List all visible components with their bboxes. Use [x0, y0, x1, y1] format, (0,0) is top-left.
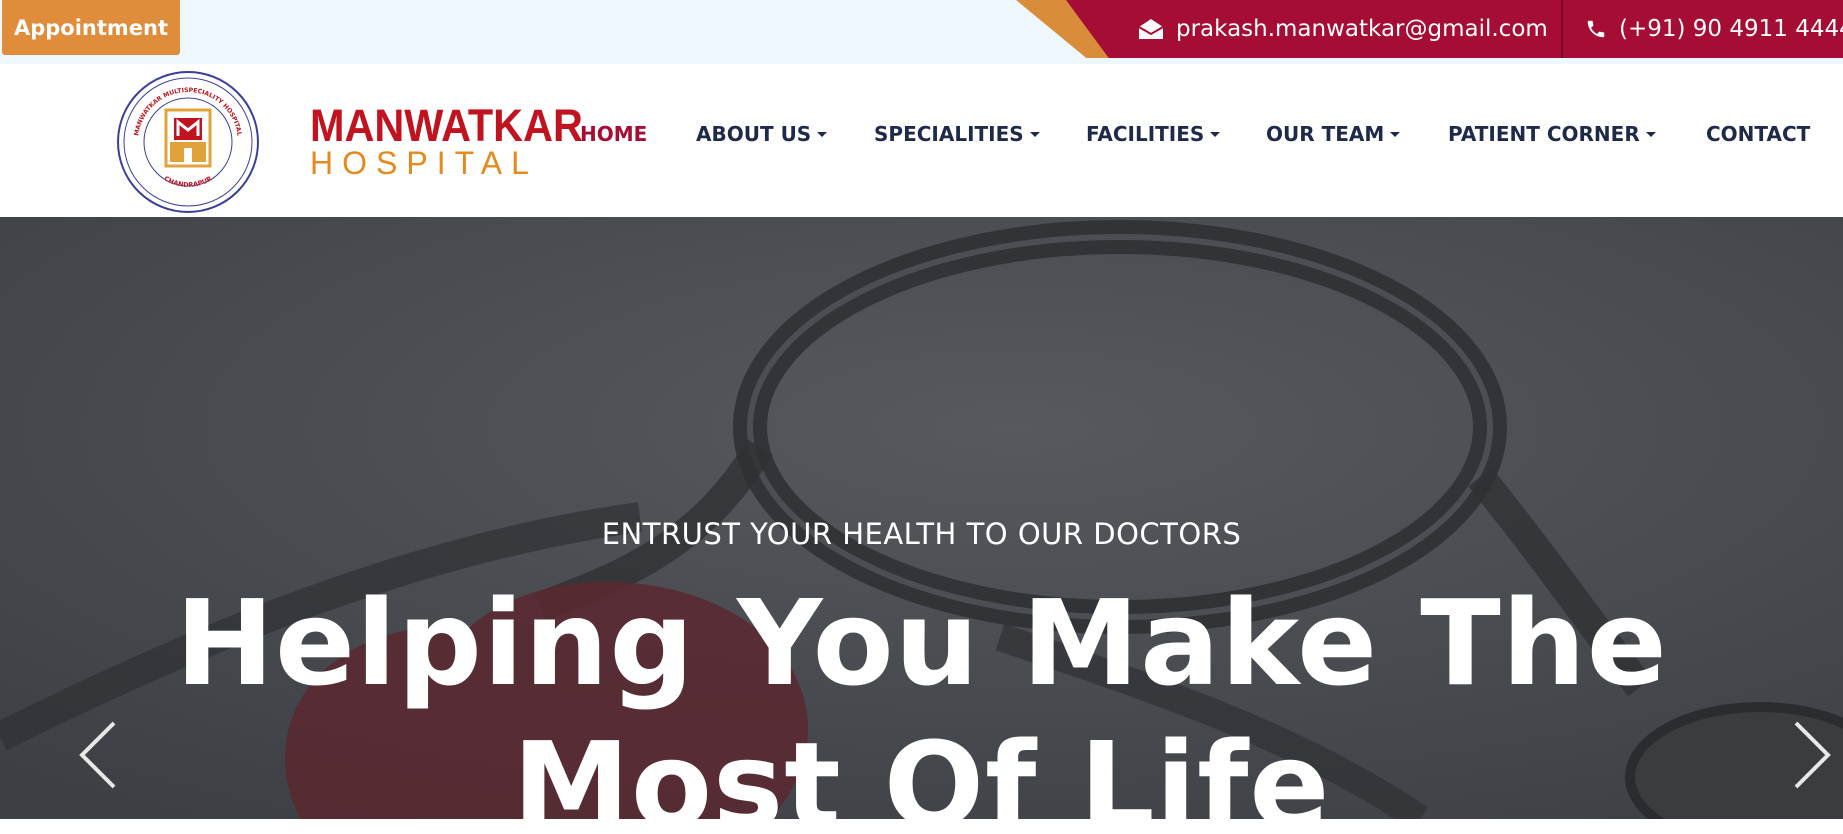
hospital-seal-logo[interactable]: MANWATKAR MULTISPECIALITY HOSPITAL CHAND… — [116, 70, 260, 214]
hero-title-line2: Most Of Life — [512, 716, 1331, 819]
caret-down-icon — [1645, 131, 1656, 137]
hero-title: Helping You Make The Most Of Life — [0, 572, 1843, 819]
topbar-divider — [1561, 0, 1563, 58]
chevron-right-icon[interactable] — [1790, 717, 1834, 793]
nav-facilities-label: FACILITIES — [1086, 122, 1205, 146]
hero-kicker: ENTRUST YOUR HEALTH TO OUR DOCTORS — [601, 517, 1242, 551]
brand-name-line1: MANWATKAR — [310, 100, 583, 151]
nav-patient-corner[interactable]: PATIENT CORNER — [1448, 122, 1656, 146]
nav-about-us-label: ABOUT US — [696, 122, 812, 146]
nav-home-label: HOME — [580, 122, 648, 146]
brand-name-line2: HOSPITAL — [310, 145, 538, 181]
nav-home[interactable]: HOME — [580, 122, 647, 146]
phone-icon — [1587, 20, 1605, 38]
brand-wordmark[interactable]: MANWATKAR HOSPITAL — [310, 100, 607, 181]
nav-our-team-label: OUR TEAM — [1266, 122, 1385, 146]
nav-patient-corner-label: PATIENT CORNER — [1448, 122, 1640, 146]
appointment-button[interactable]: Appointment — [2, 0, 180, 55]
nav-specialities[interactable]: SPECIALITIES — [874, 122, 1040, 146]
hero-slider: ENTRUST YOUR HEALTH TO OUR DOCTORS Helpi… — [0, 217, 1843, 819]
hero-title-line1: Helping You Make The — [175, 574, 1668, 712]
top-bar: Appointment prakash.manwatkar@gmail.com … — [0, 0, 1843, 64]
phone-link[interactable]: (+91) 90 4911 4444 — [1585, 0, 1843, 58]
nav-our-team[interactable]: OUR TEAM — [1266, 122, 1401, 146]
phone-text: (+91) 90 4911 4444 — [1619, 16, 1843, 42]
caret-down-icon — [1210, 131, 1221, 137]
caret-down-icon — [1390, 131, 1401, 137]
caret-down-icon — [817, 131, 828, 137]
nav-about-us[interactable]: ABOUT US — [696, 122, 828, 146]
caret-down-icon — [1029, 131, 1040, 137]
nav-specialities-label: SPECIALITIES — [874, 122, 1024, 146]
nav-facilities[interactable]: FACILITIES — [1086, 122, 1221, 146]
envelope-open-icon — [1138, 19, 1164, 39]
email-text: prakash.manwatkar@gmail.com — [1176, 16, 1548, 42]
nav-contact-label: CONTACT — [1706, 122, 1811, 146]
email-link[interactable]: prakash.manwatkar@gmail.com — [1138, 0, 1548, 58]
chevron-left-icon[interactable] — [76, 717, 120, 793]
nav-contact[interactable]: CONTACT — [1706, 122, 1810, 146]
page-bottom-strip — [0, 819, 1843, 834]
